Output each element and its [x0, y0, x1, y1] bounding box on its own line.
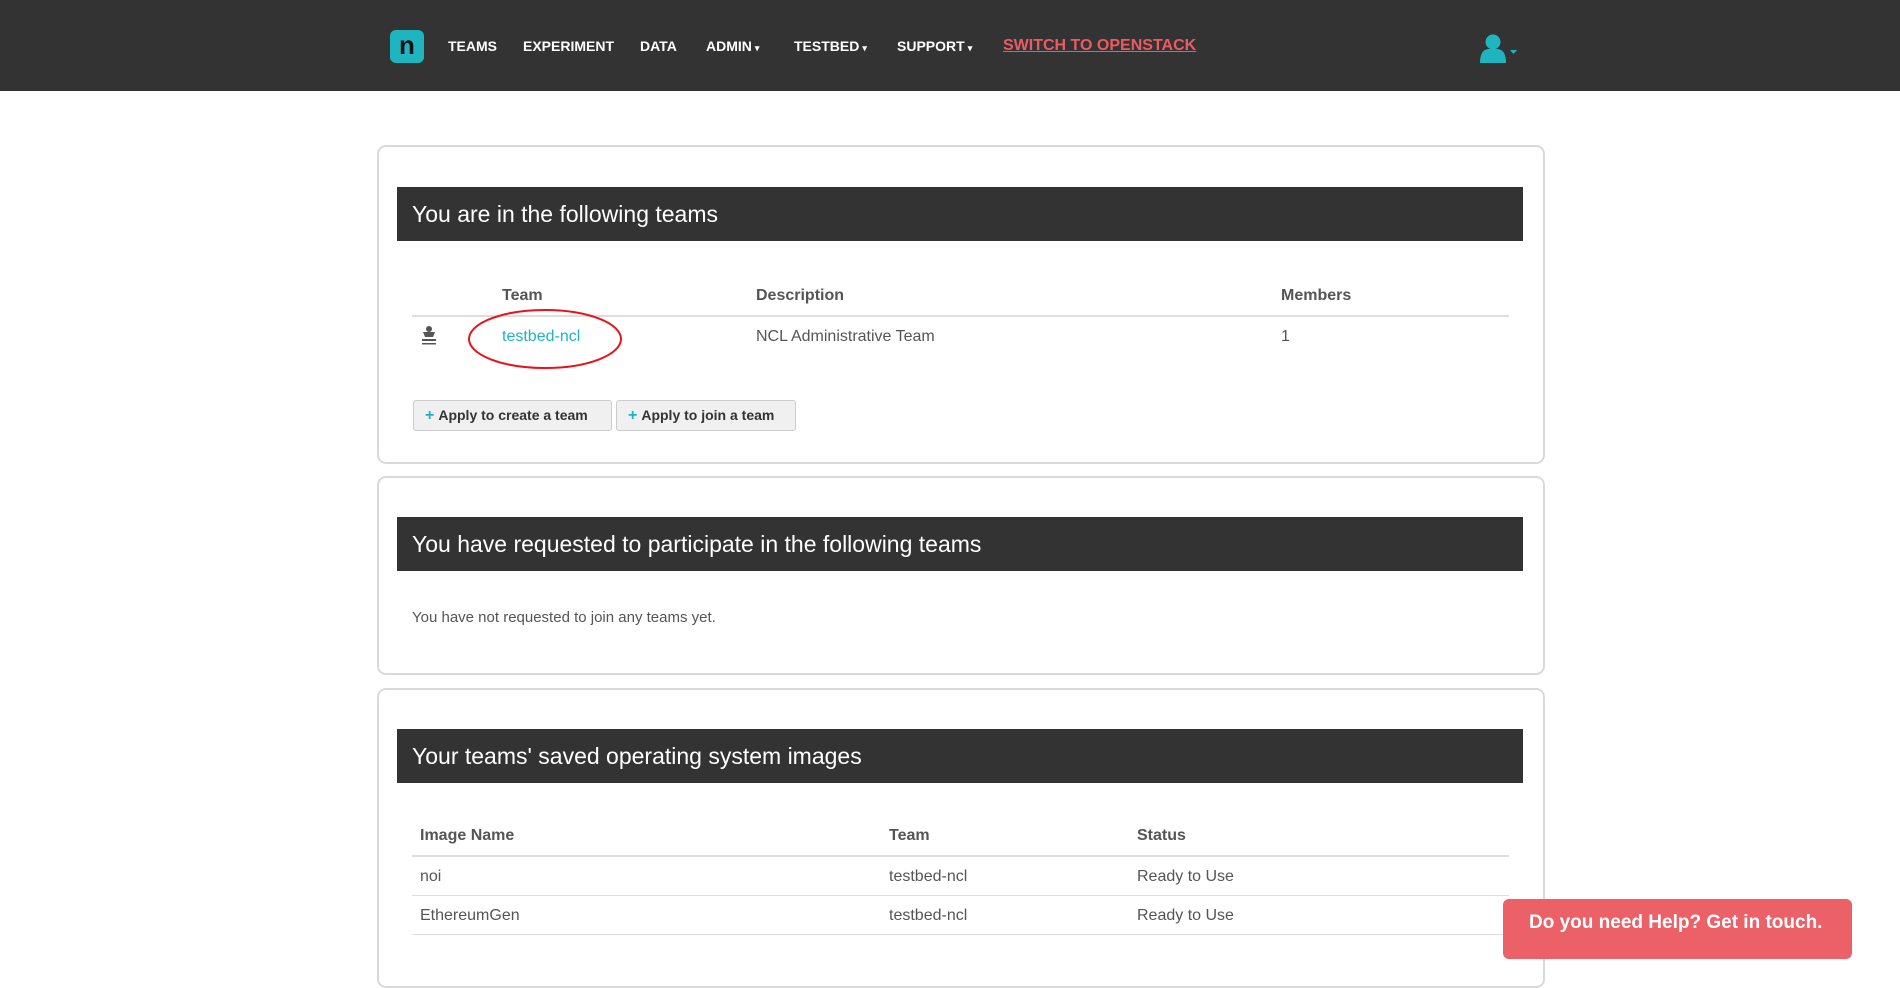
caret-down-icon: ▾: [754, 43, 760, 53]
caret-down-icon: ▾: [862, 43, 867, 53]
apply-create-team-button[interactable]: + Apply to create a team: [413, 400, 612, 431]
panel-title: Your teams' saved operating system image…: [397, 729, 1523, 783]
button-label: Apply to join a team: [641, 407, 775, 423]
panel-title: You are in the following teams: [397, 187, 1523, 241]
image-status: Ready to Use: [1137, 907, 1234, 924]
nav-teams[interactable]: TEAMS: [448, 38, 497, 54]
row-divider: [412, 934, 1509, 935]
switch-to-openstack-link[interactable]: SWITCH TO OPENSTACK: [1003, 37, 1196, 55]
column-header-description: Description: [756, 287, 845, 304]
column-header-status: Status: [1137, 827, 1186, 844]
column-header-image-name: Image Name: [420, 827, 515, 844]
column-header-team: Team: [502, 287, 543, 304]
user-icon: [1480, 34, 1517, 63]
nav-testbed-label: TESTBED: [794, 38, 860, 54]
image-name: noi: [420, 868, 442, 885]
row-divider: [412, 895, 1509, 896]
button-label: Apply to create a team: [438, 407, 588, 423]
image-team: testbed-ncl: [889, 868, 968, 885]
red-annotation-ellipse: [468, 309, 622, 369]
image-status: Ready to Use: [1137, 868, 1234, 885]
nav-support[interactable]: SUPPORT ▾: [897, 38, 972, 54]
empty-message: You have not requested to join any teams…: [412, 609, 716, 626]
nav-support-label: SUPPORT: [897, 38, 965, 54]
apply-join-team-button[interactable]: + Apply to join a team: [616, 400, 796, 431]
nav-admin[interactable]: ADMIN ▾: [706, 38, 759, 54]
plus-icon: +: [425, 407, 435, 424]
team-description: NCL Administrative Team: [756, 328, 935, 345]
nav-experiment[interactable]: EXPERIMENT: [523, 38, 614, 54]
help-contact-button[interactable]: Do you need Help? Get in touch.: [1503, 899, 1852, 959]
saved-images-panel: Your teams' saved operating system image…: [377, 688, 1545, 988]
top-navbar: n TEAMS EXPERIMENT DATA ADMIN ▾ TESTBED ▾ …: [0, 0, 1900, 91]
team-owner-icon: [422, 326, 436, 345]
caret-down-icon: ▾: [967, 43, 973, 53]
nav-testbed[interactable]: TESTBED ▾: [794, 38, 867, 54]
nav-data[interactable]: DATA: [640, 38, 677, 54]
image-name: EthereumGen: [420, 907, 520, 924]
user-menu[interactable]: [1478, 34, 1518, 66]
column-header-team: Team: [889, 827, 930, 844]
column-header-members: Members: [1281, 287, 1352, 304]
requested-teams-panel: You have requested to participate in the…: [377, 476, 1545, 675]
divider: [412, 855, 1509, 857]
team-members: 1: [1281, 328, 1290, 345]
image-team: testbed-ncl: [889, 907, 968, 924]
nav-admin-label: ADMIN: [706, 38, 752, 54]
logo[interactable]: n: [390, 30, 424, 63]
panel-title: You have requested to participate in the…: [397, 517, 1523, 571]
plus-icon: +: [628, 407, 638, 424]
